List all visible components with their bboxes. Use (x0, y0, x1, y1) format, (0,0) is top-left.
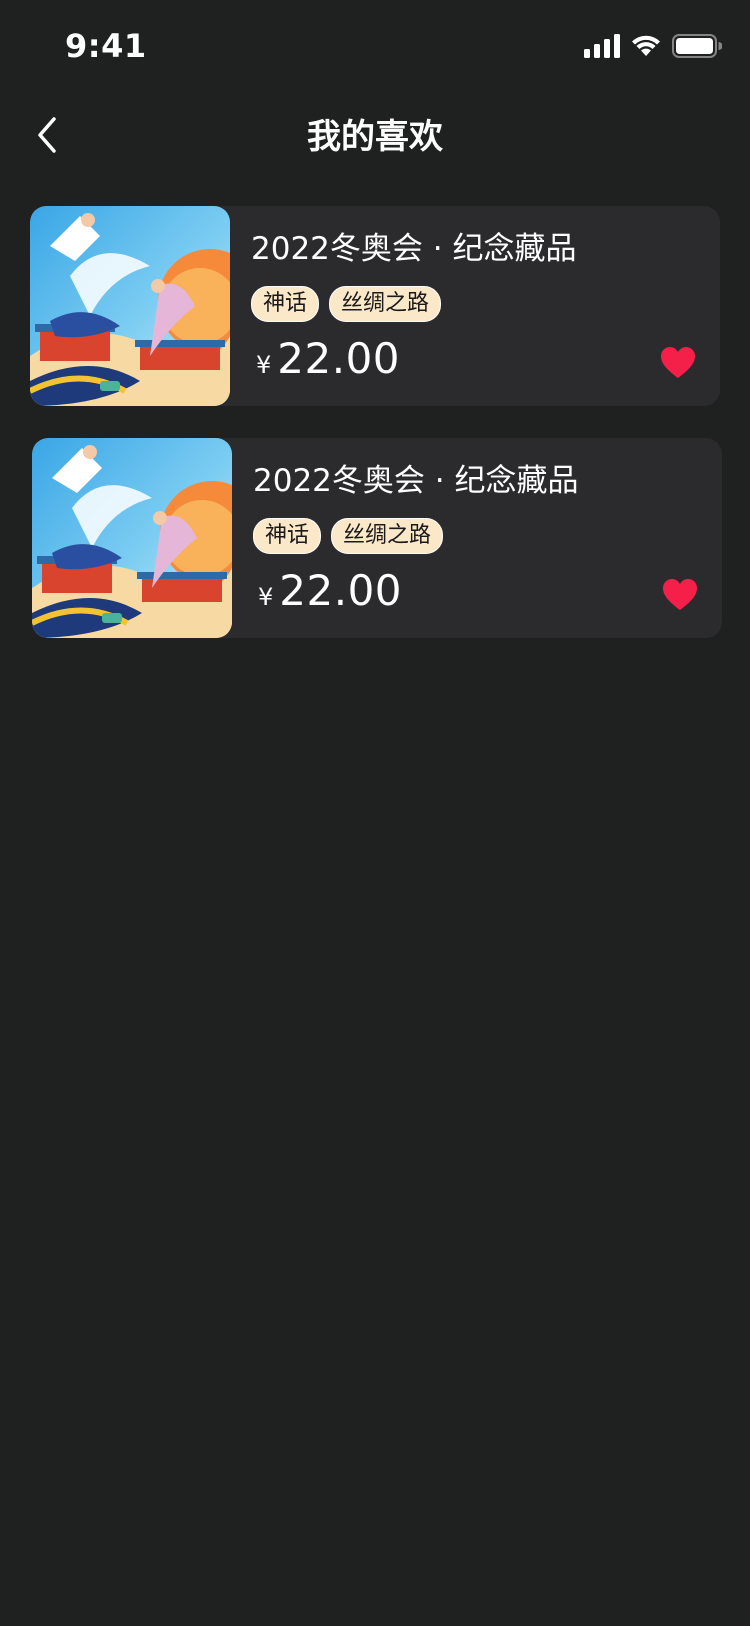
page-title: 我的喜欢 (307, 117, 443, 157)
heart-icon (662, 579, 698, 616)
heart-icon (660, 347, 696, 384)
favorite-card[interactable]: 2022冬奥会 · 纪念藏品 神话 丝绸之路 ¥ 22.00 (32, 438, 722, 638)
price: ¥ 22.00 (258, 566, 402, 615)
tag-badge: 丝绸之路 (329, 286, 442, 322)
like-button[interactable] (660, 346, 696, 380)
tag-badge: 神话 (251, 286, 320, 322)
collectible-thumbnail (30, 206, 230, 406)
like-button[interactable] (662, 578, 698, 612)
tag-badge: 丝绸之路 (331, 518, 444, 554)
nav-bar: 我的喜欢 (0, 100, 750, 174)
status-time: 9:41 (65, 27, 147, 65)
collectible-title: 2022冬奥会 · 纪念藏品 (251, 231, 577, 267)
collectible-title: 2022冬奥会 · 纪念藏品 (253, 463, 579, 499)
currency-symbol: ¥ (258, 583, 274, 611)
status-icons (584, 34, 723, 62)
tag-list: 神话 丝绸之路 (251, 286, 442, 322)
currency-symbol: ¥ (256, 351, 272, 379)
favorite-card[interactable]: 2022冬奥会 · 纪念藏品 神话 丝绸之路 ¥ 22.00 (30, 206, 720, 406)
status-bar: 9:41 (0, 0, 750, 92)
cellular-signal-icon (584, 34, 620, 62)
collectible-thumbnail (32, 438, 232, 638)
tag-badge: 神话 (253, 518, 322, 554)
wifi-icon (630, 34, 662, 62)
tag-list: 神话 丝绸之路 (253, 518, 444, 554)
favorites-screen: 9:41 我的喜欢 2022冬奥会 · 纪念藏品 神话 丝绸之路 ¥ 22.00… (0, 0, 750, 1626)
price-value: 22.00 (277, 334, 401, 383)
price-value: 22.00 (279, 566, 403, 615)
price: ¥ 22.00 (256, 334, 400, 383)
battery-icon (672, 34, 723, 62)
